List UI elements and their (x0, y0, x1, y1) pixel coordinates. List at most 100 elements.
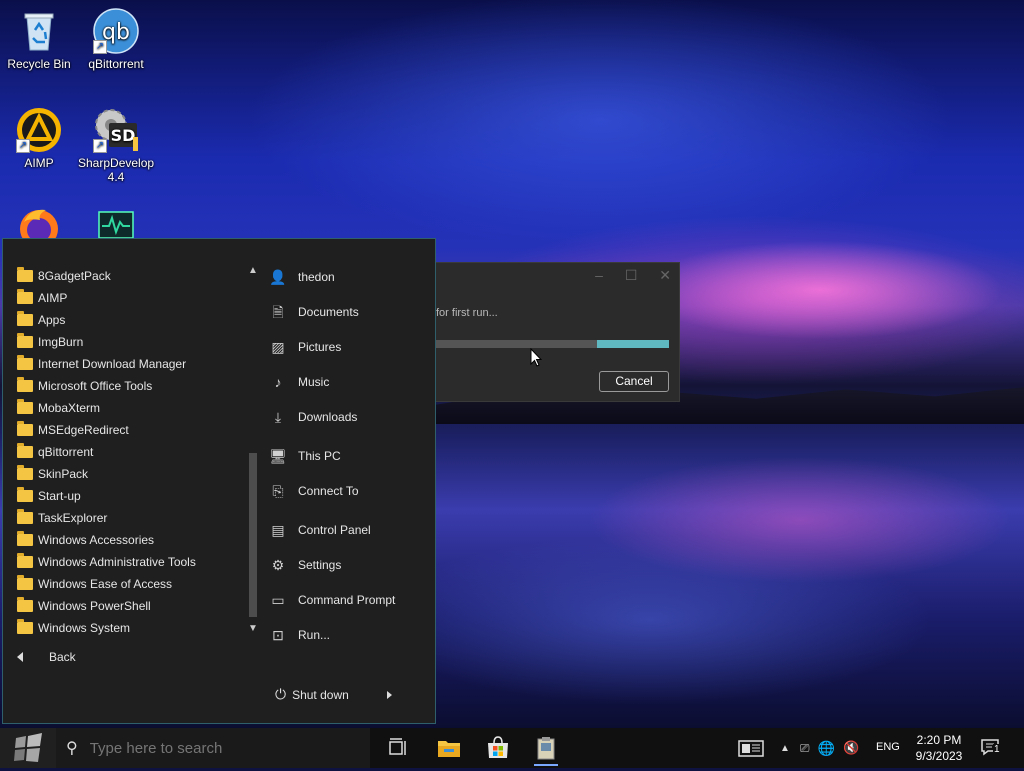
desktop-icon-sharpdevelop[interactable]: SD ↗ SharpDevelop 4.4 (78, 107, 154, 184)
app-list-item-label: Windows PowerShell (38, 599, 151, 613)
documents-icon: 🗎 (272, 304, 284, 320)
app-list-item[interactable]: SkinPack (17, 463, 237, 485)
sharpdevelop-icon: SD ↗ (93, 107, 139, 153)
app-list-item[interactable]: 8GadgetPack (17, 265, 237, 287)
place-this-pc[interactable]: 🖥 This PC (269, 444, 341, 468)
file-explorer-icon[interactable] (435, 734, 463, 762)
task-view-icon[interactable] (384, 734, 412, 762)
place-documents[interactable]: 🗎 Documents (269, 300, 358, 324)
folder-icon (17, 311, 33, 326)
microsoft-store-icon[interactable] (484, 734, 512, 762)
news-widget-icon[interactable] (736, 734, 766, 762)
place-control-panel[interactable]: ▤ Control Panel (269, 518, 370, 542)
taskbar-search-box[interactable]: ⚲ (56, 728, 370, 768)
place-pictures[interactable]: ▨ Pictures (269, 335, 341, 359)
clock-date: 9/3/2023 (915, 749, 963, 763)
folder-icon (17, 421, 33, 436)
folder-icon (17, 289, 33, 304)
back-button[interactable]: Back (17, 650, 76, 664)
taskbar-clock[interactable]: 2:20 PM 9/3/2023 (906, 732, 972, 764)
app-list-item[interactable]: Windows Accessories (17, 529, 237, 551)
app-list-item[interactable]: Microsoft Office Tools (17, 375, 237, 397)
scrollbar-thumb[interactable] (249, 453, 257, 617)
desktop-icon-recycle-bin[interactable]: Recycle Bin (1, 8, 77, 71)
scroll-up-arrow-icon[interactable]: ▲ (247, 265, 259, 277)
app-list-item[interactable]: Windows Administrative Tools (17, 551, 237, 573)
language-indicator[interactable]: ENG (876, 741, 900, 753)
chevron-up-icon[interactable]: ▲ (780, 743, 790, 754)
minimize-icon[interactable]: – (595, 267, 603, 283)
desktop-icon-label: qBittorrent (88, 57, 144, 71)
connect-to-icon: ⎘ (272, 483, 284, 499)
app-list-item[interactable]: MobaXterm (17, 397, 237, 419)
place-label: Command Prompt (298, 593, 396, 607)
start-button[interactable] (0, 728, 56, 768)
app-list-item[interactable]: Windows PowerShell (17, 595, 237, 617)
volume-muted-icon[interactable]: 🔇 (843, 740, 859, 756)
installer-app-icon[interactable] (532, 734, 560, 766)
svg-text:SD: SD (111, 126, 136, 145)
meet-now-icon[interactable]: ⎚ (800, 741, 810, 756)
app-list-item-label: qBittorrent (38, 445, 94, 459)
app-list-item-label: SkinPack (38, 467, 89, 481)
close-icon[interactable]: ✕ (659, 267, 671, 283)
search-icon: ⚲ (66, 740, 78, 757)
app-list-item-label: ImgBurn (38, 335, 84, 349)
desktop-icon-qbittorrent[interactable]: qb ↗ qBittorrent (78, 8, 154, 71)
app-list-item-label: 8GadgetPack (38, 269, 111, 283)
place-command-prompt[interactable]: ▭ Command Prompt (269, 588, 395, 612)
place-run[interactable]: ⊡ Run... (269, 623, 330, 647)
folder-icon (17, 553, 33, 568)
place-settings[interactable]: ⚙ Settings (269, 553, 342, 577)
shortcut-arrow-icon: ↗ (93, 139, 107, 153)
scroll-down-arrow-icon[interactable]: ▼ (247, 623, 259, 635)
control-panel-icon: ▤ (271, 522, 285, 538)
place-user-folder[interactable]: 👤 thedon (269, 265, 334, 289)
downloads-icon: ⤓ (274, 409, 282, 425)
clock-time: 2:20 PM (916, 733, 962, 747)
notification-center-icon[interactable]: 1 (980, 738, 1002, 756)
app-list-item-label: Windows Ease of Access (38, 577, 173, 591)
start-menu: 8GadgetPack AIMP Apps ImgBurn Internet Downl… (2, 238, 436, 724)
shut-down-options-arrow-icon[interactable] (386, 690, 392, 699)
folder-icon (17, 509, 33, 524)
place-downloads[interactable]: ⤓ Downloads (269, 405, 357, 429)
app-list-scrollbar[interactable]: ▲ ▼ (247, 265, 259, 637)
qbittorrent-icon: qb ↗ (93, 8, 139, 54)
app-list-item[interactable]: Start-up (17, 485, 237, 507)
desktop-icon-aimp[interactable]: ↗ AIMP (1, 107, 77, 170)
app-list-item[interactable]: AIMP (17, 287, 237, 309)
shut-down-label: Shut down (292, 687, 349, 702)
place-music[interactable]: ♪ Music (269, 370, 330, 394)
desktop-icon-label: AIMP (24, 156, 54, 170)
folder-icon (17, 399, 33, 414)
progress-dialog: – ☐ ✕ for first run... Cancel (400, 262, 680, 402)
folder-icon (17, 531, 33, 546)
shortcut-arrow-icon: ↗ (16, 139, 30, 153)
app-list-item[interactable]: ImgBurn (17, 331, 237, 353)
app-list-item-label: Windows Accessories (38, 533, 155, 547)
pictures-icon: ▨ (271, 339, 285, 355)
place-label: Downloads (298, 410, 358, 424)
place-connect-to[interactable]: ⎘ Connect To (269, 479, 358, 503)
maximize-icon[interactable]: ☐ (625, 267, 638, 283)
cancel-button[interactable]: Cancel (599, 371, 669, 392)
app-list-item-label: Internet Download Manager (38, 357, 187, 371)
app-list-item[interactable]: Windows System (17, 617, 237, 639)
app-list-item-label: Microsoft Office Tools (38, 379, 153, 393)
app-list-item[interactable]: Internet Download Manager (17, 353, 237, 375)
app-list-item[interactable]: Windows Ease of Access (17, 573, 237, 595)
app-list-item-label: Apps (38, 313, 66, 327)
search-input[interactable] (87, 738, 342, 758)
this-pc-icon: 🖥 (269, 448, 287, 464)
folder-icon (17, 465, 33, 480)
app-list-item[interactable]: MSEdgeRedirect (17, 419, 237, 441)
run-icon: ⊡ (272, 627, 284, 643)
app-list-item[interactable]: Apps (17, 309, 237, 331)
network-globe-icon[interactable]: 🌐 (818, 740, 835, 757)
folder-icon (17, 355, 33, 370)
shut-down-button[interactable]: ⏻ Shut down (275, 686, 392, 703)
app-list-item[interactable]: qBittorrent (17, 441, 237, 463)
app-list-item[interactable]: TaskExplorer (17, 507, 237, 529)
power-icon: ⏻ (275, 686, 287, 702)
